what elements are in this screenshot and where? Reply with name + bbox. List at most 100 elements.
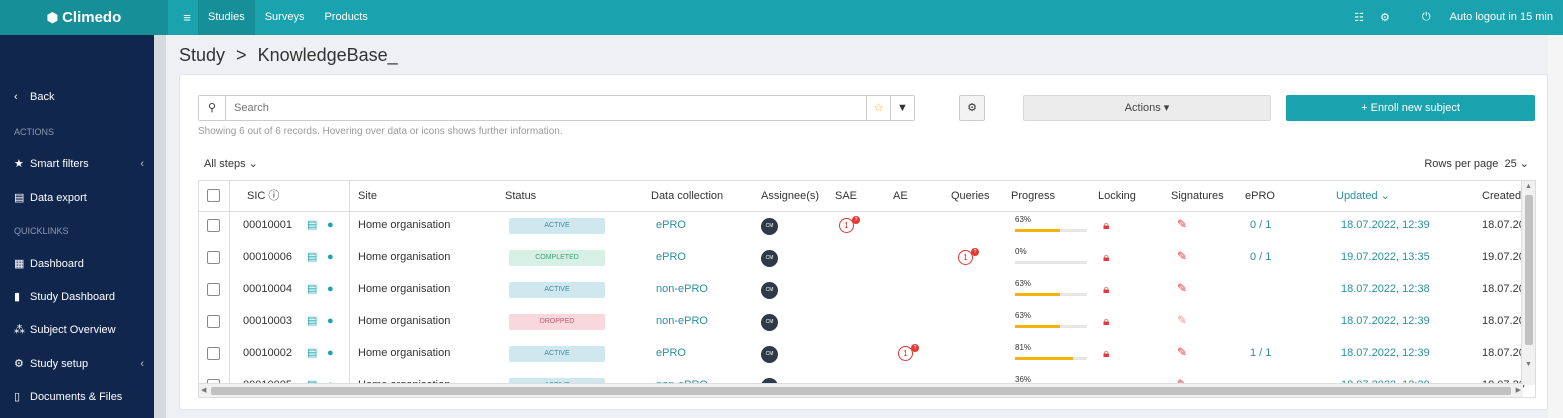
- row-checkbox[interactable]: [207, 219, 220, 232]
- header-signatures[interactable]: Signatures: [1171, 181, 1224, 211]
- data-collection-cell[interactable]: non-ePRO: [656, 308, 708, 340]
- scrollbar-thumb[interactable]: [211, 387, 1511, 395]
- avatar[interactable]: CM: [761, 314, 778, 331]
- header-data-collection[interactable]: Data collection: [651, 181, 723, 211]
- sidebar-item-smart-filters[interactable]: ★ Smart filters ‹: [14, 157, 144, 171]
- header-sae[interactable]: SAE: [835, 181, 857, 211]
- document-icon[interactable]: ▤: [307, 340, 317, 372]
- epro-cell[interactable]: 1 / 1: [1250, 340, 1271, 372]
- sidebar-item-back[interactable]: ‹ Back: [14, 91, 144, 103]
- header-site[interactable]: Site: [358, 181, 377, 211]
- lock-icon[interactable]: 🔒︎: [1103, 218, 1109, 233]
- signature-icon[interactable]: ✎: [1177, 313, 1187, 327]
- header-status[interactable]: Status: [505, 181, 536, 211]
- document-icon[interactable]: ▤: [307, 212, 317, 244]
- header-queries[interactable]: Queries: [951, 181, 990, 211]
- actions-dropdown[interactable]: Actions ▾: [1023, 95, 1271, 121]
- avatar[interactable]: CM: [761, 282, 778, 299]
- header-updated[interactable]: Updated ⌄: [1336, 181, 1390, 211]
- table-row[interactable]: 00010003 ▤ ● Home organisation DROPPED non-eP…: [199, 308, 1525, 340]
- list-icon[interactable]: ☷: [1354, 11, 1364, 24]
- epro-cell[interactable]: 0 / 1: [1250, 244, 1271, 276]
- row-checkbox[interactable]: [207, 251, 220, 264]
- data-collection-cell[interactable]: ePRO: [656, 212, 686, 244]
- document-icon[interactable]: ▤: [307, 276, 317, 308]
- sic-cell[interactable]: 00010002: [243, 340, 292, 372]
- scroll-up-icon[interactable]: ▲: [1525, 183, 1532, 190]
- sic-cell[interactable]: 00010004: [243, 276, 292, 308]
- header-progress[interactable]: Progress: [1011, 181, 1055, 211]
- sidebar-item-documents[interactable]: ▯ Documents & Files: [14, 390, 144, 404]
- signature-icon[interactable]: ✎: [1177, 281, 1187, 295]
- sidebar-item-study-dashboard[interactable]: ▮ Study Dashboard: [14, 290, 144, 304]
- epro-cell[interactable]: 0 / 1: [1250, 212, 1271, 244]
- breadcrumb-root[interactable]: Study: [179, 45, 225, 65]
- signature-icon[interactable]: ✎: [1177, 345, 1187, 359]
- table-horizontal-scrollbar[interactable]: ◀ ▶: [199, 383, 1523, 397]
- data-collection-cell[interactable]: non-ePRO: [656, 276, 708, 308]
- sidebar-item-data-export[interactable]: ▤ Data export: [14, 191, 144, 205]
- data-collection-cell[interactable]: ePRO: [656, 340, 686, 372]
- sidebar-item-subject-overview[interactable]: ⁂ Subject Overview: [14, 323, 144, 337]
- table-row[interactable]: 00010001 ▤ ● Home organisation ACTIVE ePRO CM 1…: [199, 212, 1525, 244]
- header-created[interactable]: Created: [1482, 181, 1521, 211]
- ae-badge[interactable]: 1?: [898, 344, 919, 361]
- user-icon[interactable]: ●: [327, 340, 334, 372]
- row-checkbox[interactable]: [207, 315, 220, 328]
- scroll-down-icon[interactable]: ▼: [1525, 361, 1532, 368]
- table-row[interactable]: 00010006 ▤ ● Home organisation COMPLETED ePRO…: [199, 244, 1525, 276]
- header-locking[interactable]: Locking: [1098, 181, 1136, 211]
- signature-icon[interactable]: ✎: [1177, 217, 1187, 231]
- table-row[interactable]: 00010004 ▤ ● Home organisation ACTIVE non-ePR…: [199, 276, 1525, 308]
- table-vertical-scrollbar[interactable]: ▲ ▼: [1521, 181, 1535, 385]
- sidebar-item-study-setup[interactable]: ⚙ Study setup ‹: [14, 357, 144, 371]
- lock-icon[interactable]: 🔒︎: [1103, 346, 1109, 361]
- scrollbar-thumb[interactable]: [1525, 195, 1533, 345]
- sic-cell[interactable]: 00010006: [243, 244, 292, 276]
- user-icon[interactable]: ●: [327, 308, 334, 340]
- auto-logout[interactable]: ⏻ Auto logout in 15 min: [1406, 11, 1553, 24]
- rows-per-page[interactable]: Rows per page 25 ⌄: [1424, 157, 1529, 170]
- user-settings-icon[interactable]: ⚙: [1380, 11, 1390, 24]
- page-scrollbar[interactable]: [1548, 35, 1563, 418]
- scroll-right-icon[interactable]: ▶: [1516, 386, 1521, 394]
- row-checkbox[interactable]: [207, 283, 220, 296]
- filter-icon[interactable]: ▼: [890, 96, 914, 120]
- header-sic[interactable]: SIC ⓘ: [247, 181, 279, 211]
- avatar[interactable]: CM: [761, 346, 778, 363]
- queries-badge[interactable]: 1?: [958, 248, 979, 265]
- tab-studies[interactable]: Studies: [198, 0, 255, 35]
- sic-cell[interactable]: 00010001: [243, 212, 292, 244]
- settings-gear-button[interactable]: ⚙: [959, 95, 985, 121]
- user-icon[interactable]: ●: [327, 212, 334, 244]
- document-icon[interactable]: ▤: [307, 244, 317, 276]
- sidebar-item-dashboard[interactable]: ▦ Dashboard: [14, 257, 144, 271]
- sidebar-scrollbar[interactable]: [154, 35, 166, 418]
- document-icon[interactable]: ▤: [307, 308, 317, 340]
- header-assignee[interactable]: Assignee(s): [761, 181, 819, 211]
- sae-badge[interactable]: 1?: [839, 216, 860, 233]
- lock-icon[interactable]: 🔒︎: [1103, 250, 1109, 265]
- select-all-checkbox[interactable]: [207, 189, 220, 202]
- row-checkbox[interactable]: [207, 347, 220, 360]
- star-icon[interactable]: ☆: [866, 96, 890, 120]
- sic-cell[interactable]: 00010003: [243, 308, 292, 340]
- avatar[interactable]: CM: [761, 250, 778, 267]
- scroll-left-icon[interactable]: ◀: [201, 386, 206, 394]
- enroll-subject-button[interactable]: + Enroll new subject: [1286, 95, 1535, 121]
- all-steps-dropdown[interactable]: All steps ⌄: [204, 157, 258, 170]
- lock-icon[interactable]: 🔒︎: [1103, 282, 1109, 297]
- lock-icon[interactable]: 🔒︎: [1103, 314, 1109, 329]
- search-input[interactable]: [226, 102, 866, 114]
- signature-icon[interactable]: ✎: [1177, 249, 1187, 263]
- data-collection-cell[interactable]: ePRO: [656, 244, 686, 276]
- user-icon[interactable]: ●: [327, 244, 334, 276]
- user-icon[interactable]: ●: [327, 276, 334, 308]
- logo[interactable]: ⬢ Climedo: [0, 0, 168, 35]
- tab-products[interactable]: Products: [314, 0, 377, 35]
- tab-surveys[interactable]: Surveys: [255, 0, 315, 35]
- hamburger-icon[interactable]: ≡: [176, 10, 198, 25]
- table-row[interactable]: 00010002 ▤ ● Home organisation ACTIVE ePRO CM 1…: [199, 340, 1525, 372]
- header-epro[interactable]: ePRO: [1245, 181, 1275, 211]
- header-ae[interactable]: AE: [893, 181, 908, 211]
